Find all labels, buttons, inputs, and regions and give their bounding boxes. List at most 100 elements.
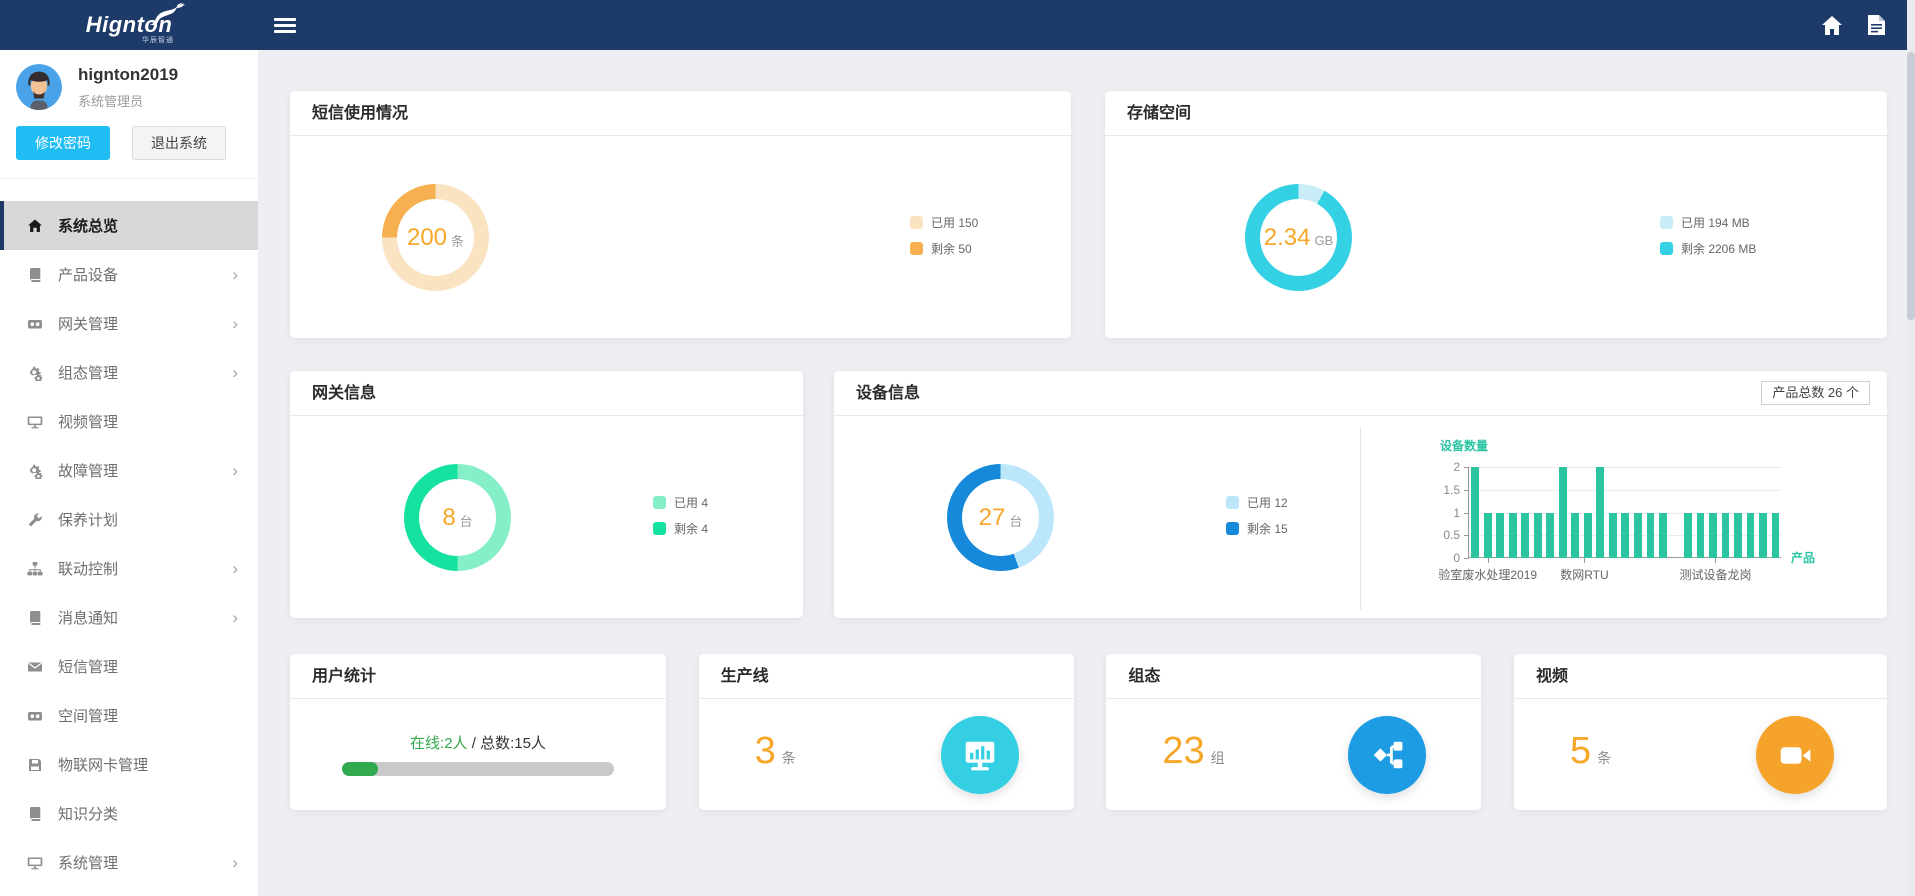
sidebar-item-2[interactable]: 产品设备› <box>0 250 258 299</box>
storage-total-value: 2.34 <box>1264 224 1311 252</box>
bar <box>1697 513 1705 559</box>
storage-legend: 已用 194 MB剩余 2206 MB <box>1660 214 1756 257</box>
camera-icon <box>26 707 44 725</box>
book-icon <box>26 266 44 284</box>
divider <box>1360 427 1361 610</box>
sidebar-item-7[interactable]: 保养计划 <box>0 495 258 544</box>
sidebar-item-6[interactable]: 故障管理› <box>0 446 258 495</box>
change-password-button[interactable]: 修改密码 <box>16 126 110 160</box>
bar <box>1471 467 1479 558</box>
sidebar-item-11[interactable]: 空间管理 <box>0 691 258 740</box>
user-stats-card: 用户统计 在线:2人 / 总数:15人 <box>290 654 666 810</box>
menu-toggle-icon[interactable] <box>274 15 296 36</box>
dashboard-content: 短信使用情况 200 条 已用 150剩余 50 存储空间 2.34 <box>290 91 1887 810</box>
gateway-donut-chart: 8 台 <box>404 464 511 571</box>
user-stats-text: 在线:2人 / 总数:15人 <box>290 732 666 753</box>
book-icon <box>26 805 44 823</box>
online-count: 在线:2人 <box>410 735 468 752</box>
chevron-right-icon: › <box>232 608 238 628</box>
bar <box>1559 467 1567 558</box>
sidebar: Hignton 华辰智通 hignton2019 系统管理员 修改密码 退出系统 <box>0 0 258 896</box>
card-title: 存储空间 <box>1105 91 1887 136</box>
floppy-icon <box>26 756 44 774</box>
hignton-logo[interactable]: Hignton 华辰智通 <box>0 0 258 50</box>
bar <box>1647 513 1655 559</box>
video-card: 视频 5 条 <box>1514 654 1887 810</box>
home-icon[interactable] <box>1822 16 1842 35</box>
bar <box>1596 467 1604 558</box>
sms-usage-card: 短信使用情况 200 条 已用 150剩余 50 <box>290 91 1071 338</box>
camera-icon <box>26 315 44 333</box>
sidebar-item-label: 联动控制 <box>58 558 232 579</box>
legend-item: 已用 150 <box>910 214 978 231</box>
total-count: 总数:15人 <box>480 735 546 752</box>
gateway-legend: 已用 4剩余 4 <box>653 494 708 537</box>
bar <box>1621 513 1629 559</box>
sidebar-item-4[interactable]: 组态管理› <box>0 348 258 397</box>
production-count: 3 <box>755 730 776 773</box>
scrollbar-thumb[interactable] <box>1907 52 1915 320</box>
logout-button[interactable]: 退出系统 <box>132 126 226 160</box>
sidebar-item-5[interactable]: 视频管理 <box>0 397 258 446</box>
avatar[interactable] <box>16 64 62 110</box>
user-role: 系统管理员 <box>78 91 178 110</box>
document-icon[interactable] <box>1868 15 1885 35</box>
card-title: 生产线 <box>699 654 1074 699</box>
video-count: 5 <box>1570 730 1591 773</box>
storage-donut-chart: 2.34 GB <box>1245 184 1352 291</box>
scada-diagram-icon <box>1348 716 1426 794</box>
device-legend: 已用 12 剩余 15 <box>1226 494 1288 537</box>
bar <box>1534 513 1542 559</box>
card-title: 设备信息 <box>834 371 1887 416</box>
sidebar-item-14[interactable]: 系统管理› <box>0 838 258 887</box>
sidebar-item-3[interactable]: 网关管理› <box>0 299 258 348</box>
sidebar-item-13[interactable]: 知识分类 <box>0 789 258 838</box>
bar <box>1772 513 1780 559</box>
sms-legend: 已用 150剩余 50 <box>910 214 978 257</box>
gateway-total-value: 8 <box>442 504 455 532</box>
antelope-icon <box>148 3 186 30</box>
device-info-card: 设备信息 产品总数 26 个 27 台 已用 12剩余 15 设备数量 产品 0… <box>834 371 1887 618</box>
sidebar-item-10[interactable]: 短信管理 <box>0 642 258 691</box>
sidebar-item-label: 空间管理 <box>58 705 240 726</box>
legend-item: 已用 194 MB <box>1660 214 1756 231</box>
sidebar-item-label: 网关管理 <box>58 313 232 334</box>
sidebar-item-label: 组态管理 <box>58 362 232 383</box>
card-title: 视频 <box>1514 654 1887 699</box>
product-total-button[interactable]: 产品总数 26 个 <box>1761 381 1870 405</box>
chevron-right-icon: › <box>232 559 238 579</box>
sitemap-icon <box>26 560 44 578</box>
sidebar-item-12[interactable]: 物联网卡管理 <box>0 740 258 789</box>
topbar <box>258 0 1915 50</box>
gateway-info-card: 网关信息 8 台 已用 4剩余 4 <box>290 371 803 618</box>
bar <box>1509 513 1517 559</box>
sidebar-item-label: 知识分类 <box>58 803 240 824</box>
x-tick-label: 测试设备龙岗 <box>1679 566 1751 583</box>
bar <box>1684 513 1692 559</box>
bar <box>1584 513 1592 559</box>
legend-item: 剩余 15 <box>1226 520 1288 537</box>
sidebar-item-1[interactable]: 系统总览 <box>0 201 258 250</box>
bar <box>1659 513 1667 559</box>
bar <box>1521 513 1529 559</box>
chevron-right-icon: › <box>232 265 238 285</box>
gears-icon <box>26 364 44 382</box>
production-line-card: 生产线 3 条 <box>699 654 1074 810</box>
sidebar-item-9[interactable]: 消息通知› <box>0 593 258 642</box>
sidebar-item-label: 保养计划 <box>58 509 240 530</box>
bar-chart-x-title: 产品 <box>1791 549 1815 566</box>
logo-subtext: 华辰智通 <box>142 35 174 45</box>
production-monitor-icon <box>941 716 1019 794</box>
device-donut-chart: 27 台 <box>947 464 1054 571</box>
chevron-right-icon: › <box>232 461 238 481</box>
page-scrollbar[interactable] <box>1907 0 1915 896</box>
legend-item: 已用 12 <box>1226 494 1288 511</box>
sidebar-menu: 系统总览产品设备›网关管理›组态管理›视频管理故障管理›保养计划联动控制›消息通… <box>0 201 258 887</box>
storage-card: 存储空间 2.34 GB 已用 194 MB剩余 2206 MB <box>1105 91 1887 338</box>
bar <box>1496 513 1504 559</box>
bar-chart-plot-area: 产品 00.511.52验室废水处理2019数网RTU测试设备龙岗 <box>1468 467 1781 558</box>
monitor-icon <box>26 854 44 872</box>
monitor-icon <box>26 413 44 431</box>
sidebar-item-label: 系统管理 <box>58 852 232 873</box>
sidebar-item-8[interactable]: 联动控制› <box>0 544 258 593</box>
